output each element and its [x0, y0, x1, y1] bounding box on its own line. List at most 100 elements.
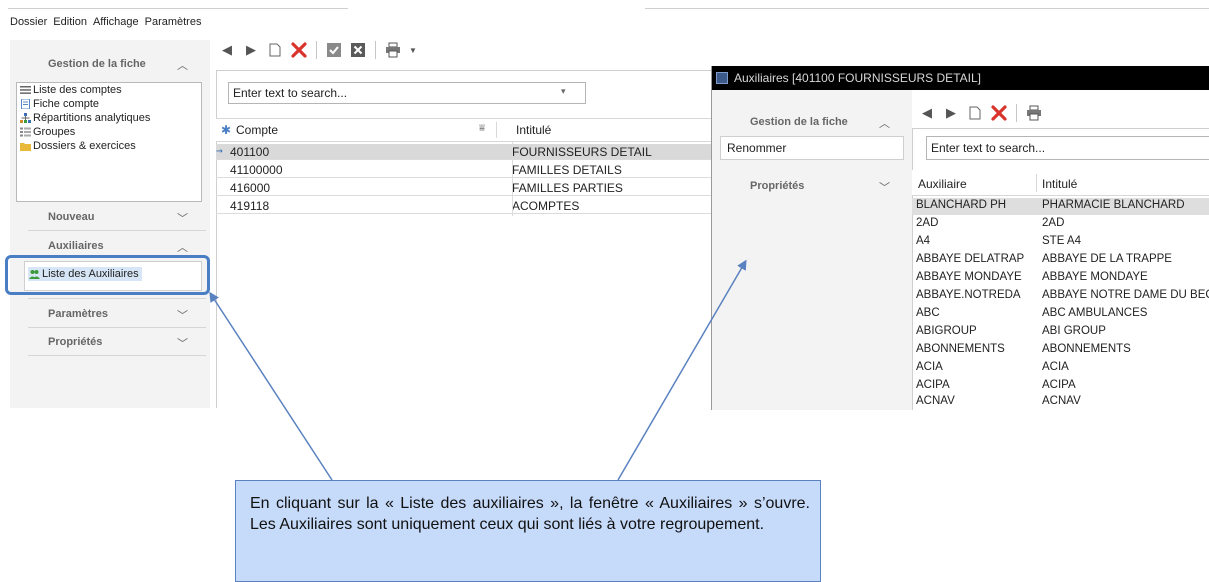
left-nav-panel: Gestion de la fiche ︿ Liste des comptes …: [10, 40, 210, 408]
nav-header-label: Gestion de la fiche: [48, 58, 146, 70]
nav-header-label: Gestion de la fiche: [750, 116, 848, 128]
print-button[interactable]: [384, 41, 402, 59]
toolbar-separator: [1016, 104, 1017, 122]
column-header-intitule[interactable]: Intitulé: [516, 123, 551, 137]
nav-list-box: Liste des comptes Fiche compte Répartiti…: [16, 82, 202, 202]
current-row-arrow-icon: →: [216, 144, 223, 157]
cell-intitule: ACOMPTES: [512, 199, 580, 213]
nav-header-nouveau[interactable]: Nouveau ﹀: [10, 207, 206, 229]
nav-item-liste-comptes[interactable]: Liste des comptes: [20, 84, 122, 96]
nav-item-dossiers[interactable]: Dossiers & exercices: [20, 140, 136, 152]
column-header-intitule[interactable]: Intitulé: [1042, 177, 1077, 191]
toolbar-separator: [316, 41, 317, 59]
menu-dossier[interactable]: Dossier: [10, 16, 47, 34]
table-row[interactable]: ABBAYE.NOTREDA ABBAYE NOTRE DAME DU BEC: [912, 288, 1209, 305]
next-record-button[interactable]: ▶: [942, 104, 960, 122]
nav-item-label: Groupes: [33, 126, 76, 138]
nav-item-label: Répartitions analytiques: [33, 112, 151, 124]
menu-edition[interactable]: Edition: [53, 16, 87, 34]
menu-affichage[interactable]: Affichage: [93, 16, 139, 34]
aux-nav-header-gestion[interactable]: Gestion de la fiche ︿: [712, 112, 908, 134]
table-row[interactable]: ACNAV ACNAV: [912, 394, 1209, 411]
column-header-auxiliaire[interactable]: Auxiliaire: [918, 177, 967, 191]
menu-parametres[interactable]: Paramètres: [145, 16, 202, 34]
cell-auxiliaire: ABBAYE MONDAYE: [916, 271, 1022, 283]
window-top-border: [8, 8, 348, 9]
table-row[interactable]: ABBAYE DELATRAP ABBAYE DE LA TRAPPE: [912, 252, 1209, 269]
table-row[interactable]: ACIA ACIA: [912, 360, 1209, 377]
validate-button[interactable]: [325, 41, 343, 59]
cell-auxiliaire: ABBAYE DELATRAP: [916, 253, 1025, 265]
aux-window-titlebar[interactable]: Auxiliaires [401100 FOURNISSEURS DETAIL]: [712, 66, 1209, 90]
table-row[interactable]: BLANCHARD PH PHARMACIE BLANCHARD: [912, 198, 1209, 215]
table-row[interactable]: A4 STE A4: [912, 234, 1209, 251]
new-document-icon: [969, 106, 981, 120]
delete-x-icon: [291, 42, 307, 58]
column-divider: [496, 122, 497, 138]
new-record-button[interactable]: [966, 104, 984, 122]
hierarchy-icon: [20, 113, 31, 123]
table-row[interactable]: ABIGROUP ABI GROUP: [912, 324, 1209, 341]
triangle-right-icon: ▶: [946, 105, 956, 120]
cell-intitule: 2AD: [1042, 217, 1065, 229]
new-document-icon: [269, 43, 281, 57]
nav-header-parametres[interactable]: Paramètres ﹀: [10, 304, 206, 326]
cell-auxiliaire: BLANCHARD PH: [916, 199, 1007, 211]
table-row[interactable]: ABBAYE MONDAYE ABBAYE MONDAYE: [912, 270, 1209, 287]
cancel-button[interactable]: [349, 41, 367, 59]
next-record-button[interactable]: ▶: [242, 41, 260, 59]
aux-nav-header-proprietes[interactable]: Propriétés ﹀: [712, 176, 908, 198]
nav-header-proprietes[interactable]: Propriétés ﹀: [10, 332, 206, 354]
table-row[interactable]: 419118 ACOMPTES: [216, 198, 712, 214]
nav-divider: [28, 355, 206, 356]
triangle-left-icon: ◀: [922, 105, 932, 120]
cell-intitule: ABBAYE MONDAYE: [1042, 271, 1148, 283]
close-box-icon: [351, 43, 365, 57]
table-row[interactable]: 416000 FAMILLES PARTIES: [216, 180, 712, 196]
chevron-down-icon: ﹀: [177, 213, 188, 225]
list-icon: [20, 86, 31, 94]
cell-auxiliaire: ACIA: [916, 361, 943, 373]
table-row[interactable]: ACIPA ACIPA: [912, 378, 1209, 395]
delete-button[interactable]: [290, 41, 308, 59]
cell-intitule: FAMILLES DETAILS: [512, 163, 622, 177]
cell-intitule: ACIA: [1042, 361, 1069, 373]
aux-toolbar: ◀ ▶: [918, 102, 1043, 124]
nav-divider: [28, 230, 206, 231]
delete-button[interactable]: [990, 104, 1008, 122]
chevron-down-icon[interactable]: ▾: [561, 86, 566, 97]
print-dropdown-button[interactable]: ▼: [408, 41, 418, 59]
nav-item-fiche-compte[interactable]: Fiche compte: [20, 98, 99, 110]
search-input[interactable]: Enter text to search...: [228, 82, 586, 104]
prev-record-button[interactable]: ◀: [218, 41, 236, 59]
cell-auxiliaire: A4: [916, 235, 931, 247]
chevron-down-icon: ﹀: [177, 310, 188, 322]
nav-header-gestion[interactable]: Gestion de la fiche ︿: [10, 54, 206, 76]
table-row[interactable]: 2AD 2AD: [912, 216, 1209, 233]
cell-auxiliaire: 2AD: [916, 217, 939, 229]
new-record-button[interactable]: [266, 41, 284, 59]
cell-intitule: ABBAYE NOTRE DAME DU BEC: [1042, 289, 1209, 301]
chevron-down-icon: ﹀: [177, 338, 188, 350]
highlight-rectangle: [5, 255, 210, 295]
filter-icon[interactable]: ⩸: [479, 123, 485, 134]
column-header-compte[interactable]: Compte: [236, 123, 278, 137]
cell-compte: 419118: [230, 199, 270, 213]
cell-auxiliaire: ACNAV: [916, 395, 955, 407]
aux-search-input[interactable]: Enter text to search...: [926, 136, 1209, 160]
nav-header-label: Propriétés: [750, 180, 805, 192]
nav-item-groupes[interactable]: Groupes: [20, 126, 75, 138]
cell-intitule: STE A4: [1042, 235, 1081, 247]
prev-record-button[interactable]: ◀: [918, 104, 936, 122]
cell-compte: 416000: [230, 181, 271, 195]
toolbar-separator: [375, 41, 376, 59]
print-button[interactable]: [1025, 104, 1043, 122]
table-row[interactable]: ABONNEMENTS ABONNEMENTS: [912, 342, 1209, 359]
rename-item[interactable]: Renommer: [720, 136, 904, 160]
nav-item-repartitions[interactable]: Répartitions analytiques: [20, 112, 150, 124]
table-row[interactable]: → 401100 FOURNISSEURS DETAIL: [216, 144, 712, 160]
menubar: Dossier Edition Affichage Paramètres: [10, 16, 201, 34]
cell-intitule: ABBAYE DE LA TRAPPE: [1042, 253, 1172, 265]
table-row[interactable]: 41100000 FAMILLES DETAILS: [216, 162, 712, 178]
table-row[interactable]: ABC ABC AMBULANCES: [912, 306, 1209, 323]
